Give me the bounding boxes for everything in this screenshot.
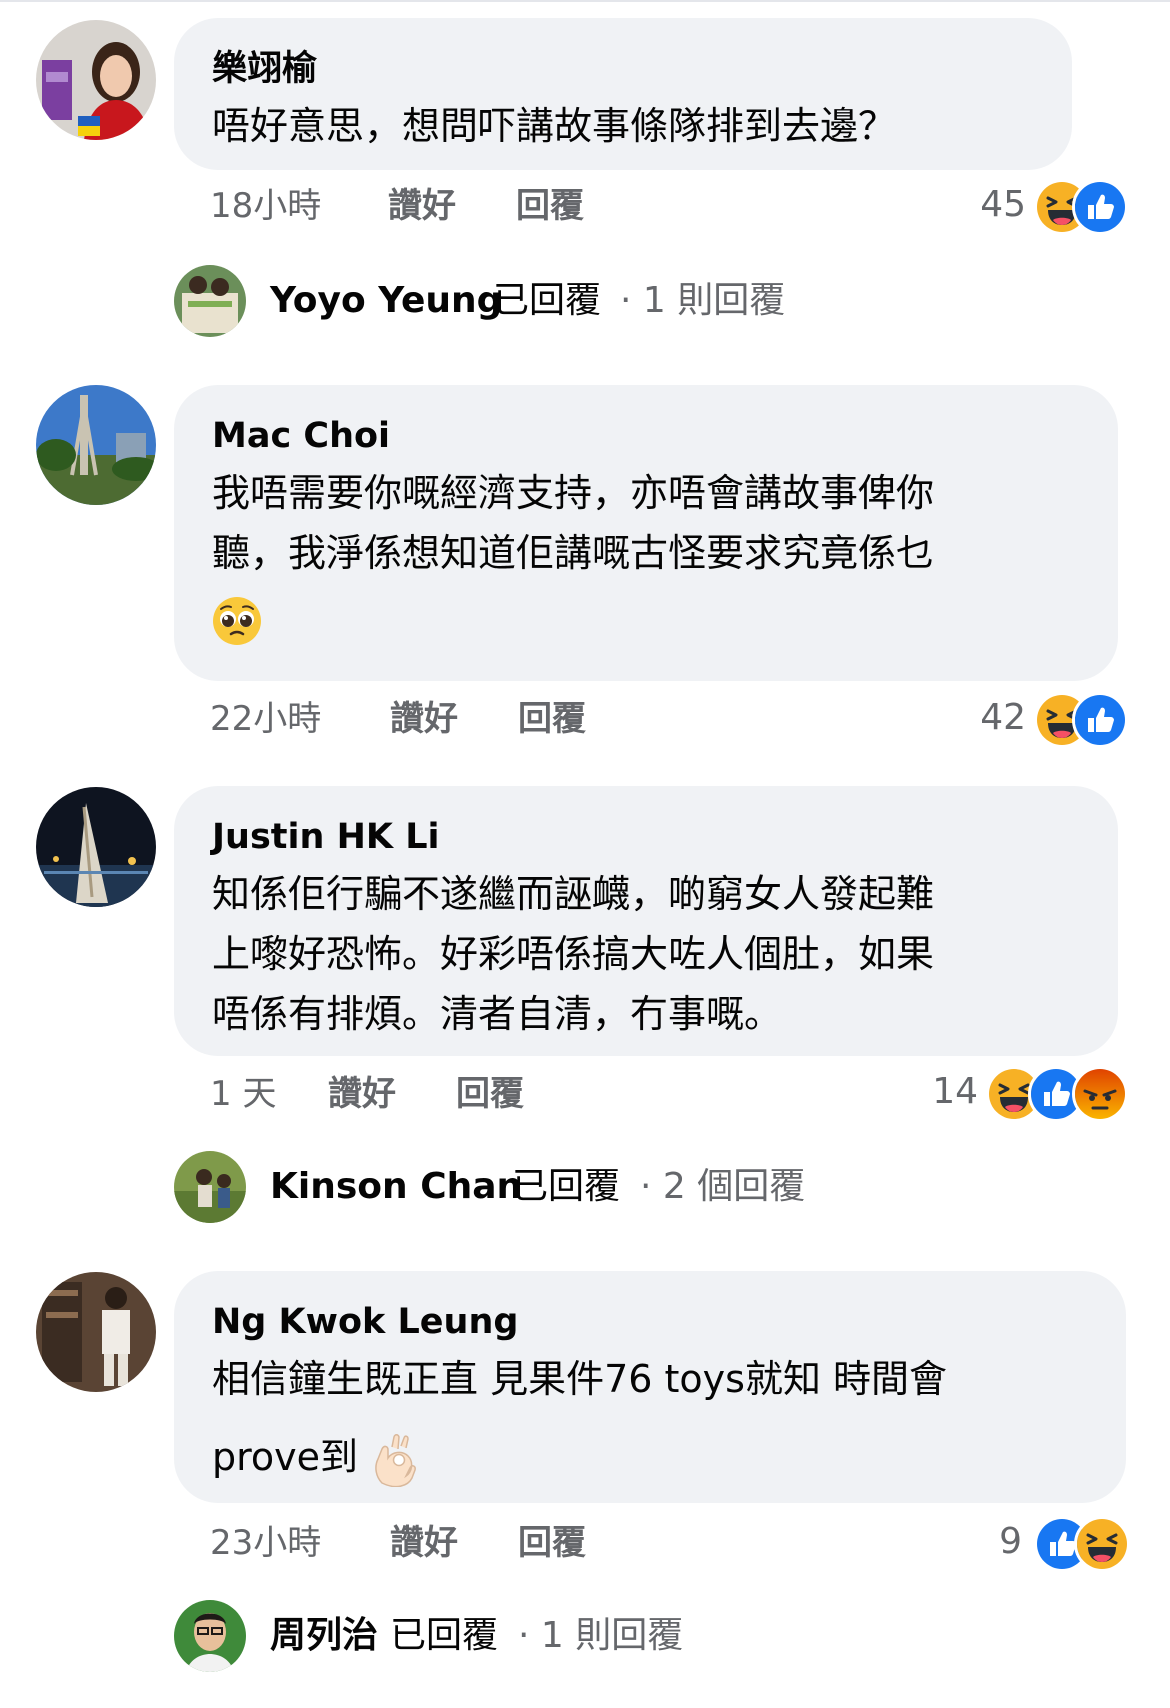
comments-page: 樂翊榆 唔好意思，想問吓講故事條隊排到去邊？ 18小時 讚好 回覆 45 Yoy…	[0, 0, 1170, 1708]
comment-line: 知係佢行騙不遂繼而誣衊，啲窮女人發起難	[212, 872, 935, 916]
comment-time[interactable]: 22小時	[210, 694, 321, 744]
comment-text: 知係佢行騙不遂繼而誣衊，啲窮女人發起難 上嚟好恐怖。好彩唔係搞大咗人個肚，如果 …	[212, 864, 1080, 1044]
avatar[interactable]	[36, 385, 156, 505]
comment-bubble: Ng Kwok Leung 相信鐘生既正直 見果件76 toys就知 時間會 p…	[174, 1271, 1126, 1503]
comment-author[interactable]: 樂翊榆	[212, 46, 1034, 92]
comment-bubble: Mac Choi 我唔需要你嘅經濟支持，亦唔會講故事俾你 聽，我淨係想知道佢講嘅…	[174, 385, 1118, 681]
replied-label: 已回覆	[493, 280, 602, 321]
reaction-count: 42	[980, 697, 1026, 738]
comment-line: 聽，我淨係想知道佢講嘅古怪要求究竟係乜	[212, 531, 935, 575]
pleading-face-emoji	[213, 596, 261, 645]
comment-line: 我唔需要你嘅經濟支持，亦唔會講故事俾你	[212, 471, 935, 515]
comment-line: 唔好意思，想問吓講故事條隊排到去邊？	[212, 104, 897, 148]
comment-line: 唔係有排煩。清者自清，冇事嘅。	[212, 992, 783, 1036]
top-divider	[0, 0, 1170, 2]
comment-bubble: 樂翊榆 唔好意思，想問吓講故事條隊排到去邊？	[174, 18, 1072, 170]
reply-button[interactable]: 回覆	[518, 1518, 586, 1568]
angry-icon	[1072, 1066, 1128, 1122]
comment-bubble: Justin HK Li 知係佢行騙不遂繼而誣衊，啲窮女人發起難 上嚟好恐怖。好…	[174, 786, 1118, 1056]
reactions-summary[interactable]: 42	[960, 690, 1136, 748]
reply-avatar[interactable]	[174, 1600, 246, 1672]
avatar[interactable]	[36, 1272, 156, 1392]
like-icon	[1072, 692, 1128, 748]
like-button[interactable]: 讚好	[390, 694, 458, 744]
like-button[interactable]: 讚好	[388, 181, 456, 231]
view-replies-link[interactable]: Yoyo Yeung 已回覆 · 1 則回覆	[270, 265, 830, 337]
comment-emoji-line	[212, 587, 1080, 649]
reactions-summary[interactable]: 45	[960, 177, 1136, 235]
reply-author: 周列治	[270, 1615, 379, 1656]
comment-author[interactable]: Ng Kwok Leung	[212, 1299, 1088, 1345]
comment-text: 相信鐘生既正直 見果件76 toys就知 時間會 prove到	[212, 1349, 1088, 1487]
reply-button[interactable]: 回覆	[456, 1069, 524, 1119]
like-icon	[1072, 179, 1128, 235]
reply-avatar[interactable]	[174, 1151, 246, 1223]
comment-time[interactable]: 23小時	[210, 1518, 321, 1568]
reply-button[interactable]: 回覆	[516, 181, 584, 231]
reply-count: · 1 則回覆	[620, 280, 786, 321]
replied-label: 已回覆	[390, 1615, 499, 1656]
reply-avatar[interactable]	[174, 265, 246, 337]
comment-text: 唔好意思，想問吓講故事條隊排到去邊？	[212, 96, 1034, 156]
reaction-count: 14	[932, 1071, 978, 1112]
reply-count: · 1 則回覆	[518, 1615, 684, 1656]
reply-button[interactable]: 回覆	[518, 694, 586, 744]
comment-author[interactable]: Justin HK Li	[212, 814, 1080, 860]
comment-line-text: prove到	[212, 1435, 359, 1479]
view-replies-link[interactable]: 周列治 已回覆 · 1 則回覆	[270, 1600, 750, 1672]
replied-label: 已回覆	[512, 1166, 621, 1207]
reactions-summary[interactable]: 14	[918, 1064, 1136, 1122]
like-button[interactable]: 讚好	[328, 1069, 396, 1119]
avatar[interactable]	[36, 787, 156, 907]
reaction-count: 9	[999, 1521, 1022, 1562]
view-replies-link[interactable]: Kinson Chan 已回覆 · 2 個回覆	[270, 1151, 850, 1223]
ok-hand-emoji	[375, 1433, 417, 1487]
reply-author: Yoyo Yeung	[270, 280, 503, 321]
comment-text: 我唔需要你嘅經濟支持，亦唔會講故事俾你 聽，我淨係想知道佢講嘅古怪要求究竟係乜	[212, 463, 1080, 649]
comment-time[interactable]: 18小時	[210, 181, 321, 231]
comment-line: 相信鐘生既正直 見果件76 toys就知 時間會	[212, 1357, 948, 1401]
like-button[interactable]: 讚好	[390, 1518, 458, 1568]
reactions-summary[interactable]: 9	[976, 1514, 1136, 1572]
reply-count: · 2 個回覆	[640, 1166, 806, 1207]
comment-line: 上嚟好恐怖。好彩唔係搞大咗人個肚，如果	[212, 932, 935, 976]
comment-last-line: prove到	[212, 1427, 1088, 1487]
reaction-count: 45	[980, 184, 1026, 225]
comment-author[interactable]: Mac Choi	[212, 413, 1080, 459]
reply-author: Kinson Chan	[270, 1166, 523, 1207]
avatar[interactable]	[36, 20, 156, 140]
haha-icon	[1074, 1516, 1130, 1572]
comment-time[interactable]: 1 天	[210, 1069, 276, 1119]
